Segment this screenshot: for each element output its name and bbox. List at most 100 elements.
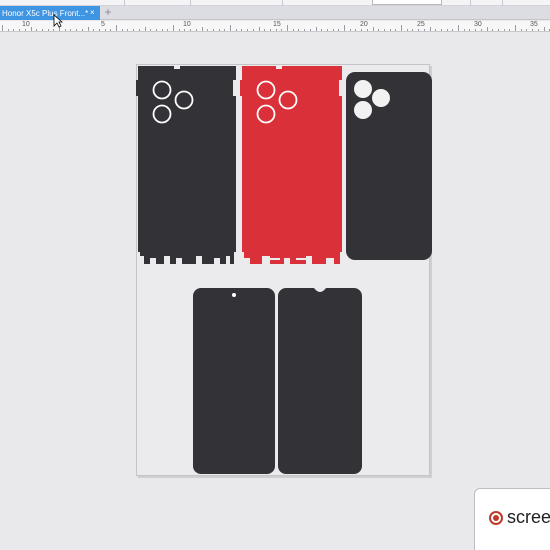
watermark-brand: scree: [507, 507, 550, 527]
ruler-tick: [230, 25, 231, 31]
ruler-tick: [383, 29, 385, 31]
document-tab-bar: Honor X5c Plus Front...* × +: [0, 6, 550, 20]
ruler-tick: [292, 29, 294, 31]
ruler-tick: [515, 25, 516, 31]
ruler-tick: [173, 25, 174, 31]
ruler-tick: [110, 29, 112, 31]
ruler-tick: [150, 29, 152, 31]
ruler-tick: [469, 29, 471, 31]
ruler-tick: [315, 27, 317, 31]
front-skin-right[interactable]: [278, 288, 362, 474]
ruler-tick: [207, 29, 209, 31]
recorder-watermark: scree: [474, 488, 550, 550]
ruler-tick: [133, 29, 135, 31]
ruler-label: 5: [101, 21, 105, 28]
ruler-tick: [463, 29, 465, 31]
ruler-tick: [167, 29, 169, 31]
ruler-tick: [543, 27, 545, 31]
ruler-tick: [287, 25, 288, 31]
ruler-tick: [349, 29, 351, 31]
ruler-tick: [326, 29, 328, 31]
ruler-tick: [355, 29, 357, 31]
ruler-tick: [497, 29, 499, 31]
ruler-tick: [252, 29, 254, 31]
ruler-tick: [116, 25, 117, 31]
record-icon: [489, 511, 503, 525]
ruler-tick: [19, 29, 21, 31]
ruler-tick: [537, 29, 539, 31]
ruler-tick: [412, 29, 414, 31]
ruler-tick: [509, 29, 511, 31]
ruler-tick: [401, 25, 402, 31]
ruler-tick: [361, 29, 363, 31]
ruler-tick: [281, 29, 283, 31]
ruler-tick: [344, 25, 345, 31]
ruler-label: 10: [183, 21, 191, 28]
arrow-cursor-icon: [53, 14, 63, 28]
ruler-tick: [520, 29, 522, 31]
ruler-tick: [235, 29, 237, 31]
ruler-tick: [76, 29, 78, 31]
ruler-tick: [195, 29, 197, 31]
ruler-tick: [7, 29, 9, 31]
ruler-tick: [247, 29, 249, 31]
ruler-tick: [241, 29, 243, 31]
ruler-tick: [309, 29, 311, 31]
back-skin-red[interactable]: [240, 66, 344, 268]
tab-document[interactable]: Honor X5c Plus Front...* ×: [0, 6, 100, 20]
ruler-tick: [332, 29, 334, 31]
ruler-tick: [264, 29, 266, 31]
ruler-label: 20: [360, 21, 368, 28]
back-skin-black[interactable]: [136, 66, 238, 268]
plus-icon[interactable]: +: [102, 6, 114, 19]
ruler-tick: [418, 29, 420, 31]
ruler-tick: [144, 27, 146, 31]
ruler-tick: [258, 27, 260, 31]
ruler-tick: [161, 29, 163, 31]
ruler-tick: [446, 29, 448, 31]
ruler-tick: [24, 29, 26, 31]
ruler-tick: [492, 29, 494, 31]
ruler-tick: [304, 29, 306, 31]
ruler-tick: [269, 29, 271, 31]
front-skin-left[interactable]: [193, 288, 275, 474]
design-app: Honor X5c Plus Front...* × + 10 5 10 15 …: [0, 0, 550, 550]
ruler-tick: [53, 29, 55, 31]
ruler-tick: [423, 29, 425, 31]
ruler-tick: [184, 29, 186, 31]
ruler-tick: [190, 29, 192, 31]
ruler-tick: [440, 29, 442, 31]
ruler-label: 30: [474, 21, 482, 28]
tab-title: Honor X5c Plus Front...*: [2, 8, 88, 18]
ruler-tick: [47, 29, 49, 31]
ruler-tick: [338, 29, 340, 31]
close-icon[interactable]: ×: [90, 6, 95, 20]
ruler-tick: [435, 29, 437, 31]
ruler-tick: [104, 29, 106, 31]
ruler-tick: [389, 29, 391, 31]
ruler-tick: [372, 27, 374, 31]
ruler-tick: [480, 29, 482, 31]
ruler-tick: [429, 27, 431, 31]
ruler-tick: [366, 29, 368, 31]
ruler-tick: [70, 29, 72, 31]
ruler-tick: [378, 29, 380, 31]
back-skin-plain[interactable]: [346, 72, 432, 260]
ruler-tick: [201, 27, 203, 31]
ruler-tick: [212, 29, 214, 31]
ruler-tick: [121, 29, 123, 31]
ruler-tick: [475, 29, 477, 31]
toolbar-input[interactable]: [372, 0, 442, 5]
ruler-tick: [30, 27, 32, 31]
ruler-tick: [93, 29, 95, 31]
ruler-label: 25: [417, 21, 425, 28]
ruler-label: 15: [273, 21, 281, 28]
ruler-tick: [13, 29, 15, 31]
ruler-label: 35: [530, 21, 538, 28]
ruler-tick: [98, 29, 100, 31]
ruler-tick: [36, 29, 38, 31]
punch-hole: [232, 293, 236, 297]
ruler-tick: [155, 29, 157, 31]
ruler-tick: [321, 29, 323, 31]
camera-cutouts: [354, 80, 390, 119]
